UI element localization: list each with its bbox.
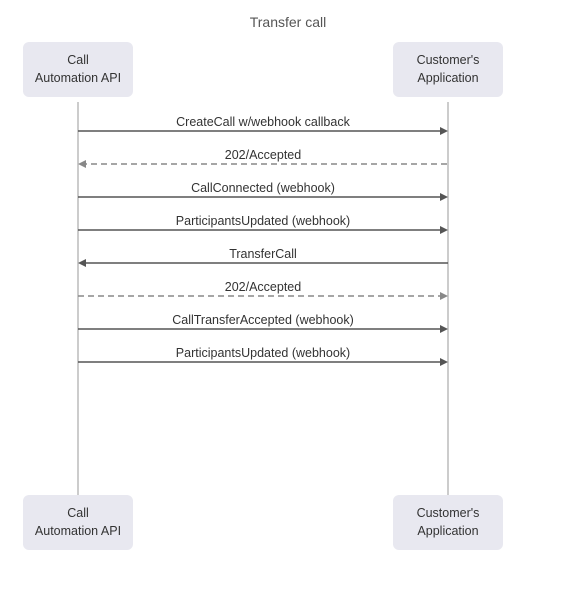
svg-text:202/Accepted: 202/Accepted [225,148,301,162]
diagram-container: Transfer call CallAutomation API Custome… [0,0,576,595]
svg-text:CallConnected (webhook): CallConnected (webhook) [191,181,335,195]
svg-text:ParticipantsUpdated (webhook): ParticipantsUpdated (webhook) [176,346,350,360]
actor-right-bottom: Customer'sApplication [393,495,503,550]
svg-text:CreateCall w/webhook callback: CreateCall w/webhook callback [176,115,350,129]
svg-text:202/Accepted: 202/Accepted [225,280,301,294]
actor-right-bottom-label: Customer'sApplication [417,506,480,538]
svg-text:CallTransferAccepted (webhook): CallTransferAccepted (webhook) [172,313,354,327]
svg-text:TransferCall: TransferCall [229,247,297,261]
actor-right-top: Customer'sApplication [393,42,503,97]
diagram-title: Transfer call [0,0,576,30]
actor-right-top-label: Customer'sApplication [417,53,480,85]
actor-left-top: CallAutomation API [23,42,133,97]
actor-left-bottom: CallAutomation API [23,495,133,550]
svg-text:ParticipantsUpdated (webhook): ParticipantsUpdated (webhook) [176,214,350,228]
actor-left-bottom-label: CallAutomation API [35,506,121,538]
actor-left-top-label: CallAutomation API [35,53,121,85]
